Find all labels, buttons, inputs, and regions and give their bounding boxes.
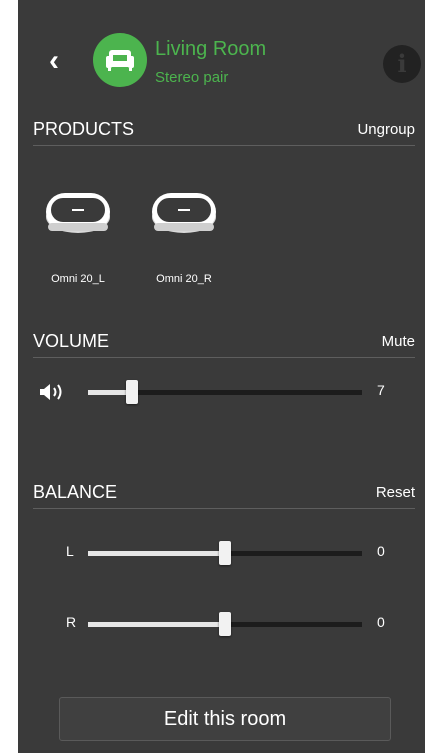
balance-right-value: 0 [377,614,385,630]
room-subtitle: Stereo pair [155,69,229,86]
balance-left-thumb[interactable] [219,541,231,565]
volume-section-header: VOLUME Mute [33,331,415,358]
balance-right-thumb[interactable] [219,612,231,636]
volume-slider-thumb[interactable] [125,380,138,404]
speaker-volume-icon[interactable] [38,381,66,403]
balance-left-fill [88,551,225,556]
room-avatar [93,33,147,87]
mute-button[interactable]: Mute [382,333,415,350]
header: ‹ Living Room Stereo pair i [18,0,425,110]
speaker-icon [152,193,216,233]
speaker-icon [46,193,110,233]
balance-title: BALANCE [33,482,118,502]
product-item[interactable]: Omni 20_L [38,187,118,287]
info-icon: i [397,49,407,78]
volume-slider-row: 7 [18,377,425,407]
volume-slider[interactable] [88,380,362,404]
product-item[interactable]: Omni 20_R [144,187,224,287]
balance-right-label: R [66,614,77,630]
chevron-left-icon: ‹ [49,44,59,77]
product-label: Omni 20_L [51,273,105,285]
volume-value: 7 [377,382,385,398]
info-button[interactable]: i [383,45,421,83]
products-section-header: PRODUCTS Ungroup [33,119,415,146]
volume-title: VOLUME [33,331,110,351]
balance-left-value: 0 [377,543,385,559]
balance-right-slider[interactable] [88,612,362,636]
balance-right-row: R 0 [18,609,425,639]
product-label: Omni 20_R [156,273,212,285]
balance-left-label: L [66,543,74,559]
balance-section-header: BALANCE Reset [33,482,415,509]
ungroup-button[interactable]: Ungroup [357,121,415,138]
room-title: Living Room [155,38,267,60]
balance-right-fill [88,622,225,627]
balance-left-slider[interactable] [88,541,362,565]
edit-room-button[interactable]: Edit this room [59,697,391,741]
reset-button[interactable]: Reset [376,484,415,501]
sofa-icon [106,50,134,71]
room-settings-screen: ‹ Living Room Stereo pair i PRODUCTS Ung… [18,0,425,753]
products-title: PRODUCTS [33,119,135,139]
back-button[interactable]: ‹ [40,42,68,80]
balance-left-row: L 0 [18,538,425,568]
